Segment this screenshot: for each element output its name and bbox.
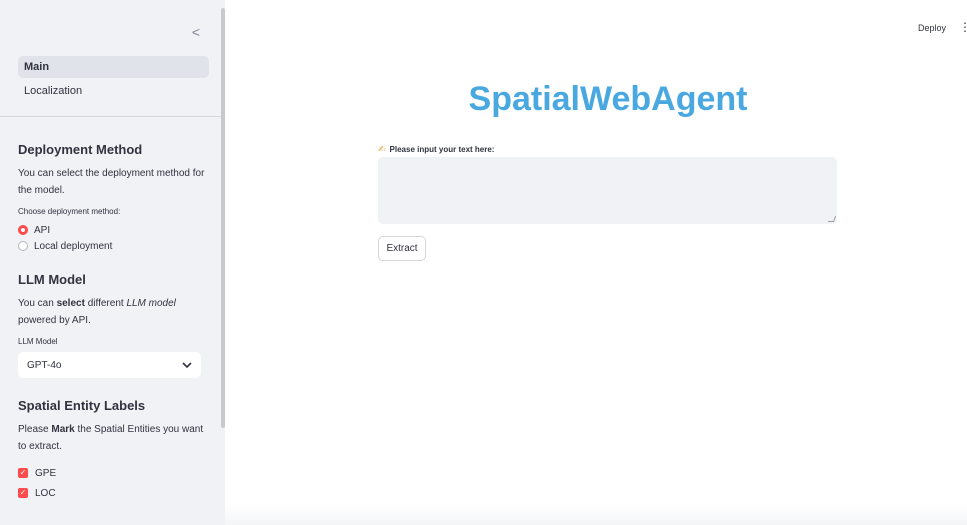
writing-hand-icon: ✍: [378, 144, 386, 154]
llm-title: LLM Model: [18, 272, 86, 287]
sidebar-content: Deployment Method You can select the dep…: [18, 142, 208, 503]
nav-item-localization[interactable]: Localization: [18, 80, 209, 102]
entity-title: Spatial Entity Labels: [18, 398, 146, 413]
radio-api-label: API: [34, 224, 51, 236]
entity-desc-text: Please: [18, 424, 52, 435]
sidebar: < Main Localization Deployment Method Yo…: [0, 0, 225, 525]
llm-model-select[interactable]: GPT-4o: [18, 352, 201, 378]
radio-api[interactable]: API: [18, 222, 208, 238]
deploy-button[interactable]: Deploy: [918, 23, 946, 33]
nav-item-main[interactable]: Main: [18, 56, 209, 78]
main-menu-icon[interactable]: ⋮: [959, 20, 967, 34]
radio-local[interactable]: Local deployment: [18, 238, 208, 254]
deployment-choose-label: Choose deployment method:: [18, 207, 121, 216]
extract-button[interactable]: Extract: [378, 236, 426, 261]
llm-description: You can select different LLM model power…: [18, 295, 208, 329]
bottom-fade: [225, 505, 967, 525]
text-input-area[interactable]: [378, 157, 837, 224]
checkbox-loc-label: LOC: [35, 487, 56, 499]
radio-checked-icon[interactable]: [18, 225, 28, 235]
deployment-description: You can select the deployment method for…: [18, 168, 205, 196]
input-label-text: Please input your text here:: [389, 145, 495, 154]
check-icon[interactable]: ✓: [18, 468, 28, 478]
checkbox-gpe-label: GPE: [35, 467, 57, 479]
radio-unchecked-icon[interactable]: [18, 241, 28, 251]
sidebar-scrollbar[interactable]: [221, 8, 225, 428]
llm-desc-text: You can: [18, 298, 57, 309]
sidebar-divider: [0, 116, 221, 117]
text-input-label: ✍ Please input your text here:: [378, 144, 494, 155]
page-title: SpatialWebAgent: [468, 80, 748, 118]
checkbox-gpe[interactable]: ✓ GPE: [18, 463, 208, 483]
llm-selected-value: GPT-4o: [27, 359, 62, 371]
llm-desc-bold: select: [56, 298, 85, 309]
chevron-down-icon: [182, 362, 192, 368]
check-icon[interactable]: ✓: [18, 488, 28, 498]
llm-desc-italic: LLM model: [126, 298, 176, 309]
llm-desc-text: different: [84, 298, 127, 309]
checkbox-loc[interactable]: ✓ LOC: [18, 483, 208, 503]
collapse-sidebar-icon[interactable]: <: [188, 24, 204, 40]
deployment-title: Deployment Method: [18, 142, 143, 157]
sidebar-nav: Main Localization: [18, 56, 209, 104]
llm-select-label: LLM Model: [18, 337, 58, 346]
entity-description: Please Mark the Spatial Entities you wan…: [18, 421, 208, 455]
entity-desc-bold: Mark: [51, 424, 75, 435]
radio-local-label: Local deployment: [34, 240, 113, 252]
llm-desc-text: powered by API.: [18, 315, 91, 326]
